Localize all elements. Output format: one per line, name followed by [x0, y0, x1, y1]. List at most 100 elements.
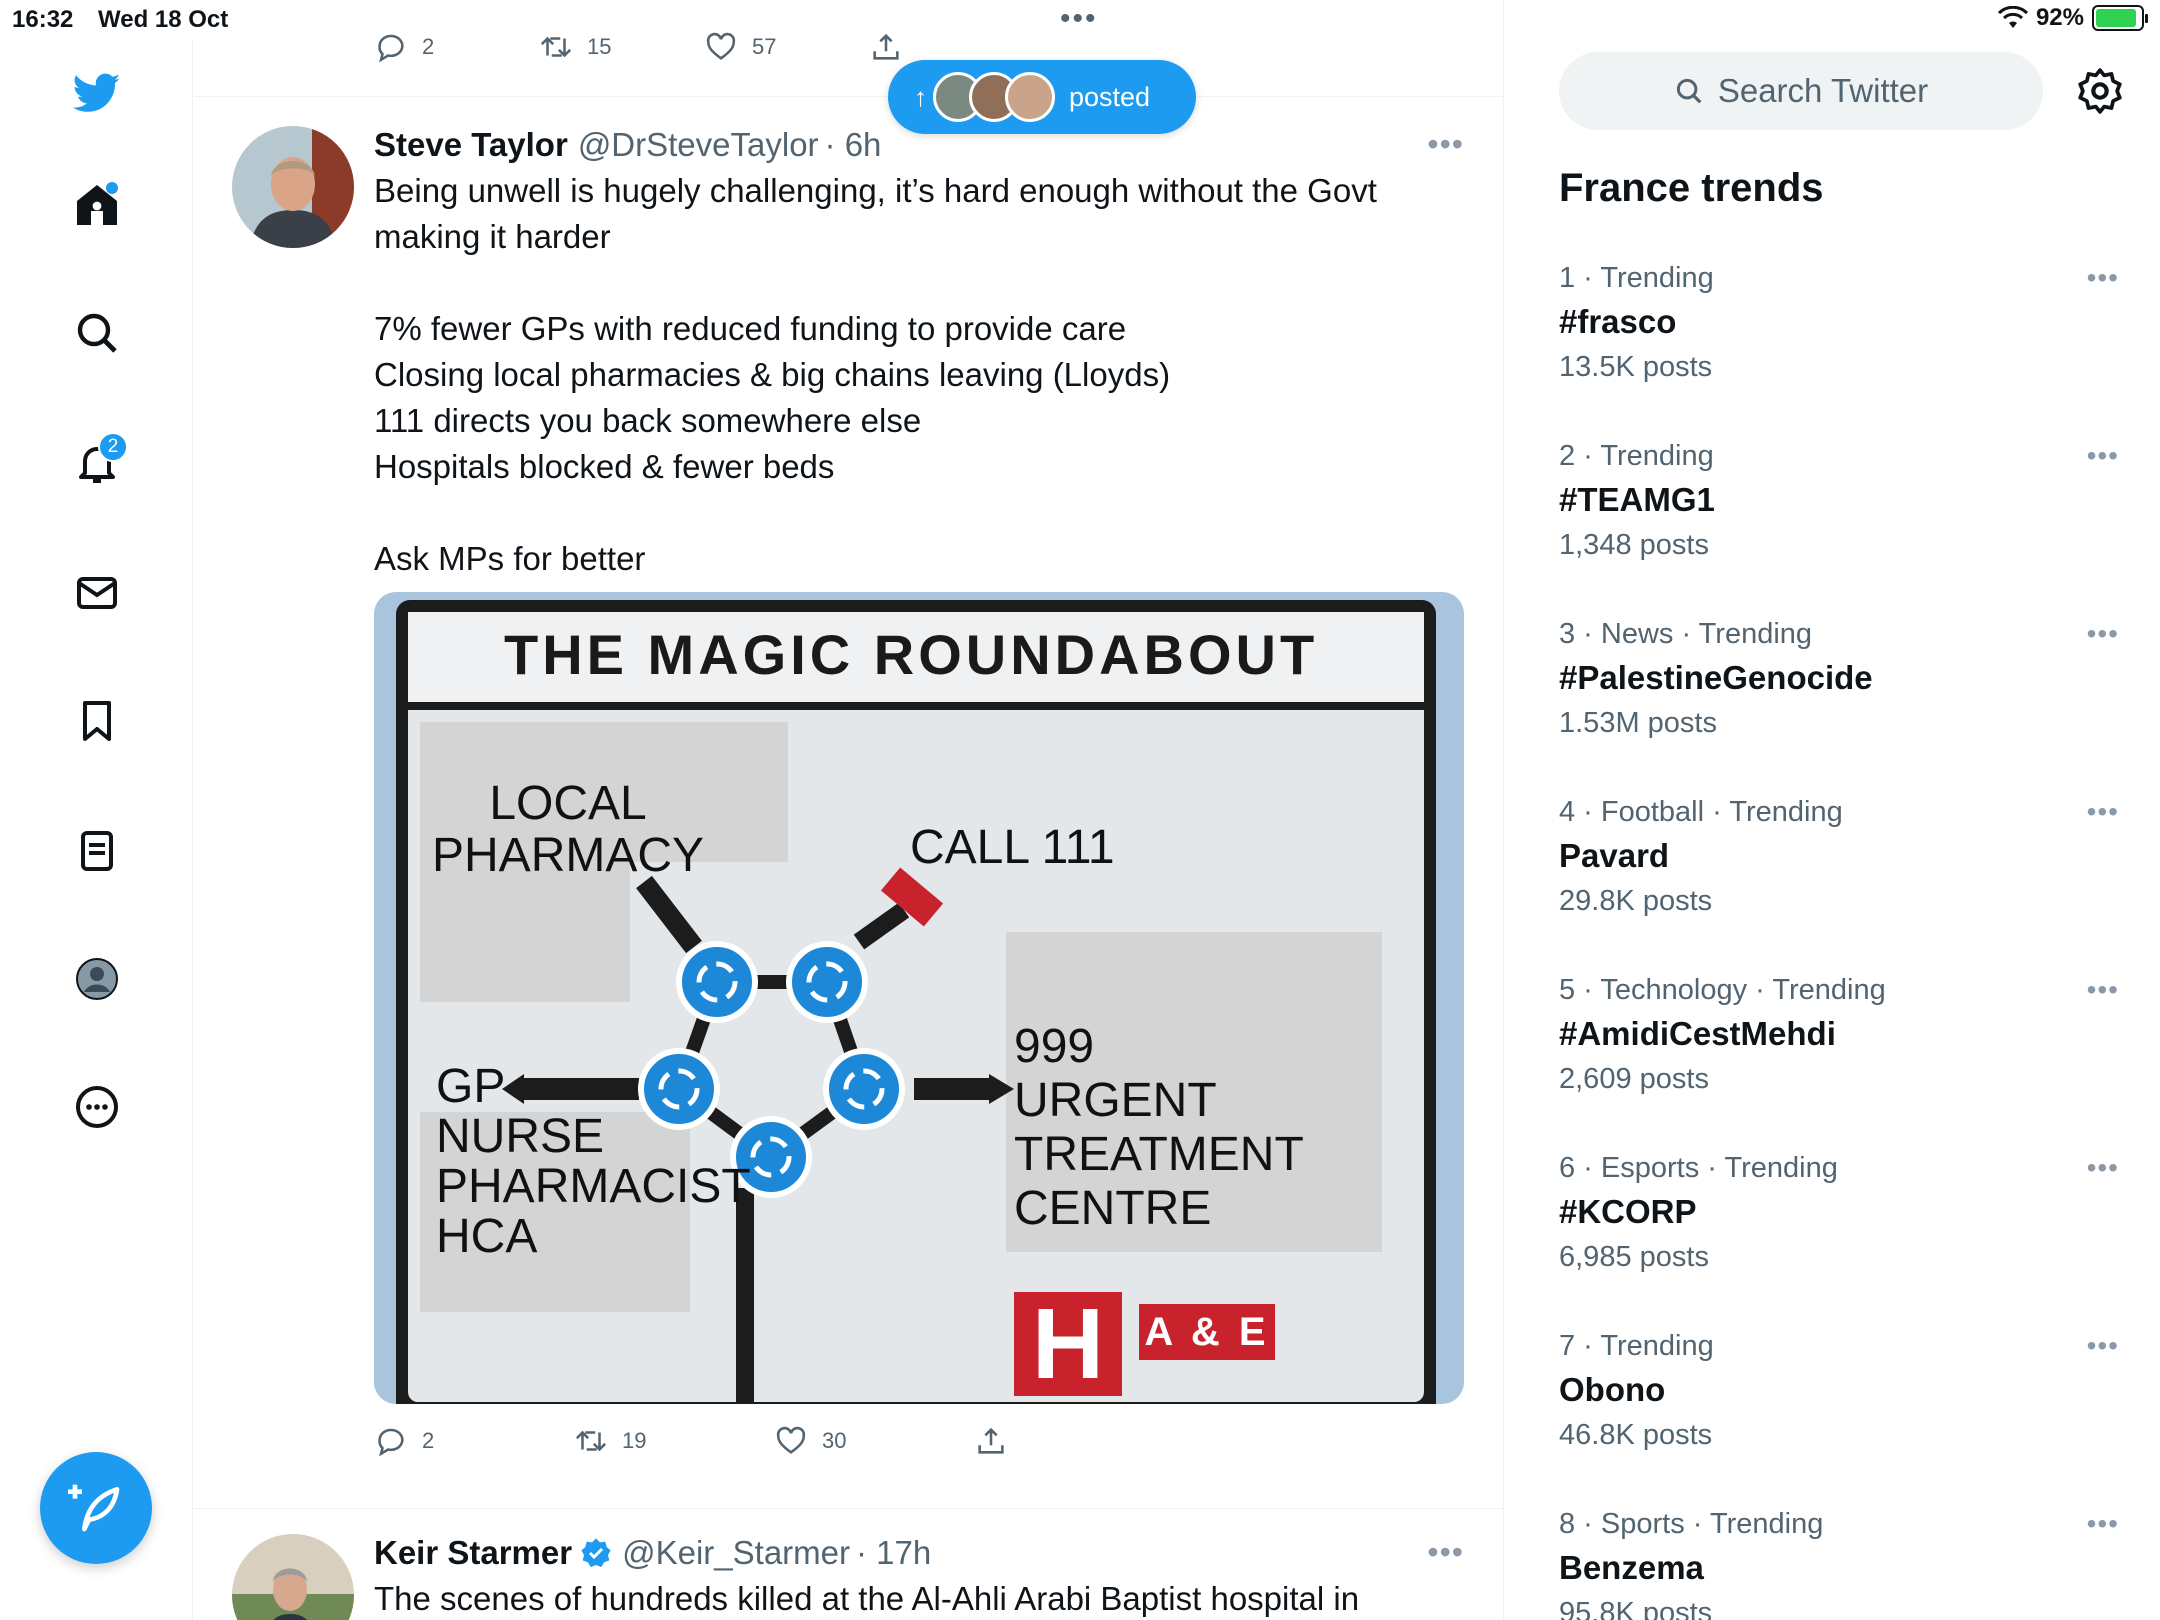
trend-item[interactable]: 7 · Trending Obono 46.8K posts ••• — [1559, 1330, 2129, 1452]
search-icon — [1676, 78, 1702, 104]
trend-name: #frasco — [1559, 303, 1677, 340]
messages-envelope-icon[interactable] — [62, 558, 132, 628]
home-icon[interactable] — [62, 170, 132, 240]
tweet-media-image[interactable]: THE MAGIC ROUNDABOUT LOCAL PHARMACY CALL… — [374, 592, 1464, 1404]
more-options-icon[interactable] — [62, 1072, 132, 1142]
profile-avatar-icon[interactable] — [62, 944, 132, 1014]
sign-label-urgent: 999 URGENT TREATMENT CENTRE — [1014, 1020, 1304, 1235]
trend-posts: 46.8K posts — [1559, 1419, 1713, 1451]
trends-title: France trends — [1559, 166, 1824, 210]
author-name[interactable]: Keir Starmer — [374, 1534, 572, 1572]
trend-more-options-icon[interactable]: ••• — [2087, 974, 2119, 1006]
trend-meta: 4 · Football · Trending — [1559, 796, 1843, 828]
reply-count: 2 — [422, 34, 435, 59]
tweet-header: Keir Starmer @Keir_Starmer · 17h — [374, 1534, 1464, 1572]
tweet-time: · 17h — [856, 1534, 932, 1571]
trend-more-options-icon[interactable]: ••• — [2087, 1330, 2119, 1362]
bookmarks-icon[interactable] — [62, 686, 132, 756]
trend-posts: 6,985 posts — [1559, 1241, 1709, 1273]
posted-label: posted — [1069, 81, 1151, 112]
tweet-body: Steve Taylor @DrSteveTaylor · 6h ••• Bei… — [374, 126, 1464, 1458]
trend-posts: 13.5K posts — [1559, 351, 1713, 383]
trend-item[interactable]: 1 · Trending #frasco 13.5K posts ••• — [1559, 262, 2129, 384]
tweet-more-options-icon[interactable]: ••• — [1427, 1534, 1464, 1571]
author-handle[interactable]: @Keir_Starmer — [622, 1534, 850, 1572]
trend-meta: 1 · Trending — [1559, 262, 1714, 294]
avatar[interactable] — [232, 126, 354, 248]
trend-item[interactable]: 4 · Football · Trending Pavard 29.8K posts… — [1559, 796, 2129, 918]
trend-more-options-icon[interactable]: ••• — [2087, 1152, 2119, 1184]
author-name[interactable]: Steve Taylor — [374, 126, 568, 164]
share-icon — [873, 33, 899, 60]
trend-posts: 2,609 posts — [1559, 1063, 1709, 1095]
trend-item[interactable]: 2 · Trending #TEAMG1 1,348 posts ••• — [1559, 440, 2129, 562]
twitter-logo-icon[interactable] — [62, 58, 132, 128]
search-placeholder: Search Twitter — [1717, 72, 1929, 109]
explore-search-icon[interactable] — [62, 298, 132, 368]
trend-item[interactable]: 3 · News · Trending #PalestineGenocide 1.5… — [1559, 618, 2129, 740]
sign-label-gp: GP NURSE PHARMACIST HCA — [436, 1060, 751, 1263]
like-button[interactable]: 30 — [774, 1424, 974, 1458]
like-count: 57 — [752, 34, 777, 59]
sign-label-pharmacy: LOCAL PHARMACY — [432, 777, 705, 882]
trend-meta: 8 · Sports · Trending — [1559, 1508, 1824, 1540]
trend-more-options-icon[interactable]: ••• — [2087, 1508, 2119, 1540]
trend-name: #TEAMG1 — [1559, 481, 1715, 518]
trend-meta: 2 · Trending — [1559, 440, 1714, 472]
heart-icon — [776, 1426, 806, 1454]
new-posts-pill[interactable]: ↑ posted — [888, 60, 1196, 134]
share-button[interactable] — [974, 1424, 1174, 1458]
divider — [194, 96, 1503, 97]
prev-tweet-actions: 2 15 57 — [374, 30, 1034, 64]
like-button[interactable]: 57 — [704, 30, 869, 64]
trend-more-options-icon[interactable]: ••• — [2087, 262, 2119, 294]
tweet-actions: 2 19 30 — [374, 1424, 1464, 1458]
avatar — [1005, 72, 1055, 122]
reply-button[interactable]: 2 — [374, 30, 539, 64]
retweet-icon — [575, 1430, 607, 1452]
tweet-more-options-icon[interactable]: ••• — [1427, 126, 1464, 163]
trend-posts: 1,348 posts — [1559, 529, 1709, 561]
trend-item[interactable]: 8 · Sports · Trending Benzema 95.8K posts •… — [1559, 1508, 2129, 1620]
settings-gear-icon[interactable] — [2075, 66, 2125, 116]
trend-item[interactable]: 5 · Technology · Trending #AmidiCestMehdi… — [1559, 974, 2129, 1096]
trend-meta: 6 · Esports · Trending — [1559, 1152, 1838, 1184]
trend-name: Pavard — [1559, 837, 1670, 874]
retweet-count: 15 — [587, 34, 612, 59]
tweet-body: Keir Starmer @Keir_Starmer · 17h ••• The… — [374, 1534, 1464, 1620]
author-handle[interactable]: @DrSteveTaylor — [578, 126, 819, 164]
trend-posts: 1.53M posts — [1559, 707, 1717, 739]
search-input[interactable]: Search Twitter — [1559, 52, 2043, 130]
reply-count: 2 — [422, 1428, 435, 1453]
divider — [194, 1508, 1503, 1509]
tweet-text: The scenes of hundreds killed at the Al-… — [374, 1580, 1360, 1617]
reply-button[interactable]: 2 — [374, 1424, 574, 1458]
verified-badge-icon — [581, 1538, 611, 1567]
avatar[interactable] — [232, 1534, 354, 1620]
trend-posts: 95.8K posts — [1559, 1597, 1713, 1620]
reply-icon — [378, 1428, 404, 1457]
trend-name: Obono — [1559, 1371, 1666, 1408]
trend-meta: 7 · Trending — [1559, 1330, 1714, 1362]
trend-name: #KCORP — [1559, 1193, 1697, 1230]
retweet-button[interactable]: 15 — [539, 30, 704, 64]
trend-more-options-icon[interactable]: ••• — [2087, 618, 2119, 650]
trend-posts: 29.8K posts — [1559, 885, 1713, 917]
notifications-badge: 2 — [98, 432, 128, 462]
tweet-text: Being unwell is hugely challenging, it’s… — [374, 172, 1377, 577]
timeline: 2 15 57 ↑ posted Steve Taylor @DrSteveTa… — [194, 0, 1504, 1620]
trend-meta: 5 · Technology · Trending — [1559, 974, 1886, 1006]
tweet-time: · 6h — [824, 126, 882, 163]
notifications-bell-icon[interactable]: 2 — [62, 428, 132, 498]
hospital-h-sign: H — [1014, 1288, 1122, 1400]
share-button[interactable] — [869, 30, 1034, 64]
trend-more-options-icon[interactable]: ••• — [2087, 440, 2119, 472]
sign-label-call: CALL 111 — [910, 821, 1115, 874]
right-sidebar: Search Twitter France trends 1 · Trendin… — [1505, 0, 2160, 1620]
lists-icon[interactable] — [62, 816, 132, 886]
trend-name: Benzema — [1559, 1549, 1704, 1586]
trend-more-options-icon[interactable]: ••• — [2087, 796, 2119, 828]
compose-tweet-button[interactable] — [40, 1452, 152, 1564]
trend-item[interactable]: 6 · Esports · Trending #KCORP 6,985 posts •… — [1559, 1152, 2129, 1274]
retweet-button[interactable]: 19 — [574, 1424, 774, 1458]
